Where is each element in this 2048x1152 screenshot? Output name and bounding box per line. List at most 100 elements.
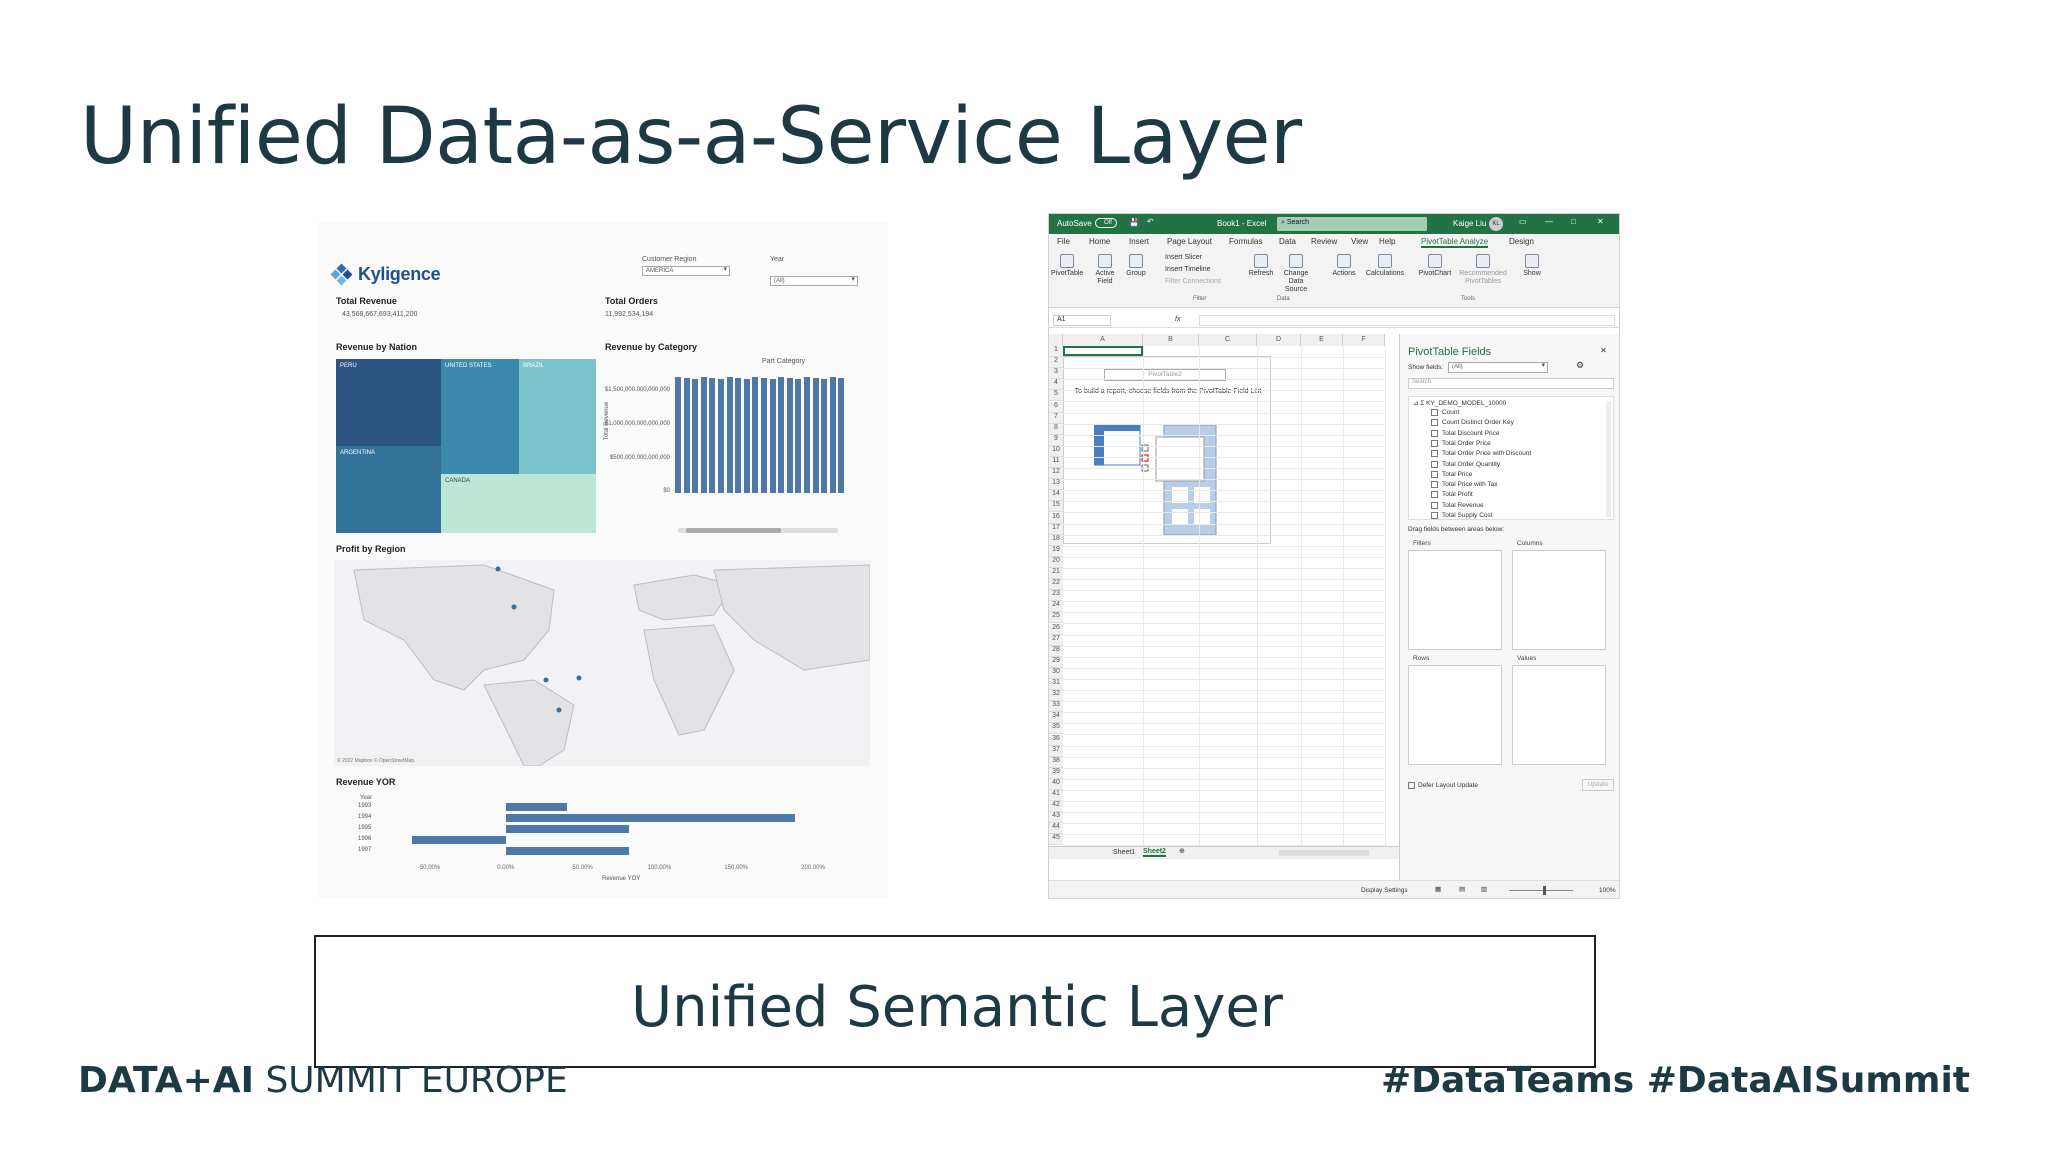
select-all-corner[interactable] xyxy=(1049,334,1063,346)
calculations-button[interactable]: Calculations xyxy=(1363,254,1407,278)
pivottable-button[interactable]: PivotTable xyxy=(1051,254,1083,278)
row-header[interactable]: 45 xyxy=(1049,834,1063,846)
row-header[interactable]: 16 xyxy=(1049,512,1063,524)
name-box[interactable]: A1 xyxy=(1053,315,1111,326)
active-field-button[interactable]: Active Field xyxy=(1091,254,1119,286)
row-header[interactable]: 32 xyxy=(1049,690,1063,702)
category-bar[interactable] xyxy=(821,379,828,493)
worksheet-grid[interactable]: A B C D E F PivotTable2 To build a repor… xyxy=(1049,334,1399,859)
row-header[interactable]: 3 xyxy=(1049,368,1063,380)
tab-data[interactable]: Data xyxy=(1279,237,1296,246)
treemap-tile-argentina[interactable]: ARGENTINA xyxy=(336,446,441,533)
tab-home[interactable]: Home xyxy=(1089,237,1110,246)
tab-page-layout[interactable]: Page Layout xyxy=(1167,237,1212,246)
row-header[interactable]: 23 xyxy=(1049,590,1063,602)
category-bar[interactable] xyxy=(683,378,690,493)
pivot-field-item[interactable]: Total Discount Price xyxy=(1431,429,1499,437)
zoom-slider[interactable] xyxy=(1509,886,1573,895)
refresh-button[interactable]: Refresh xyxy=(1247,254,1275,278)
pivot-field-item[interactable]: Total Order Quantity xyxy=(1431,460,1500,468)
formula-input[interactable] xyxy=(1199,315,1615,326)
row-header[interactable]: 10 xyxy=(1049,445,1063,457)
show-button[interactable]: Show xyxy=(1519,254,1545,278)
category-bar[interactable] xyxy=(786,378,793,493)
row-header[interactable]: 1 xyxy=(1049,346,1063,357)
filters-area[interactable]: Filters xyxy=(1408,540,1502,650)
row-header[interactable]: 26 xyxy=(1049,623,1063,635)
pivotchart-button[interactable]: PivotChart xyxy=(1417,254,1453,278)
row-header[interactable]: 15 xyxy=(1049,501,1063,513)
pivot-field-item[interactable]: Count Distinct Order Key xyxy=(1431,419,1514,427)
row-header[interactable]: 42 xyxy=(1049,801,1063,813)
save-icon[interactable]: 💾 xyxy=(1129,218,1139,227)
pivot-placeholder[interactable]: PivotTable2 To build a report, choose fi… xyxy=(1063,356,1271,544)
page-break-view-icon[interactable]: ▥ xyxy=(1481,885,1487,893)
selected-cell[interactable] xyxy=(1063,346,1143,356)
pane-close-icon[interactable]: ✕ xyxy=(1600,346,1607,355)
row-header[interactable]: 41 xyxy=(1049,790,1063,801)
recommended-pivottables-button[interactable]: Recommended PivotTables xyxy=(1453,254,1513,286)
category-bar[interactable] xyxy=(726,377,733,493)
add-sheet-icon[interactable]: ⊕ xyxy=(1179,847,1185,855)
minimize-icon[interactable]: — xyxy=(1545,217,1553,226)
ribbon-display-icon[interactable]: ▭ xyxy=(1519,217,1527,226)
row-header[interactable]: 11 xyxy=(1049,457,1063,468)
row-header[interactable]: 9 xyxy=(1049,434,1063,446)
col-header-a[interactable]: A xyxy=(1063,334,1143,346)
row-header[interactable]: 28 xyxy=(1049,645,1063,657)
pivot-field-item[interactable]: Total Profit xyxy=(1431,491,1473,499)
tab-review[interactable]: Review xyxy=(1311,237,1337,246)
change-data-source-button[interactable]: Change Data Source xyxy=(1277,254,1315,294)
row-header[interactable]: 27 xyxy=(1049,634,1063,646)
row-header[interactable]: 18 xyxy=(1049,534,1063,546)
row-header[interactable]: 34 xyxy=(1049,712,1063,724)
row-header[interactable]: 43 xyxy=(1049,812,1063,824)
tab-formulas[interactable]: Formulas xyxy=(1229,237,1262,246)
row-header[interactable]: 17 xyxy=(1049,523,1063,535)
row-header[interactable]: 8 xyxy=(1049,423,1063,435)
checkbox-icon[interactable] xyxy=(1431,450,1438,458)
category-bar[interactable] xyxy=(829,377,836,493)
row-header[interactable]: 6 xyxy=(1049,401,1063,413)
col-header-e[interactable]: E xyxy=(1301,334,1343,346)
row-header[interactable]: 2 xyxy=(1049,357,1063,369)
pivot-field-item[interactable]: Total Order Price with Discount xyxy=(1431,450,1531,457)
field-search-input[interactable]: Search xyxy=(1408,378,1614,389)
actions-button[interactable]: Actions xyxy=(1329,254,1359,278)
sheet-tab-sheet1[interactable]: Sheet1 xyxy=(1113,849,1135,856)
checkbox-icon[interactable] xyxy=(1431,439,1438,447)
row-header[interactable]: 38 xyxy=(1049,756,1063,768)
col-header-d[interactable]: D xyxy=(1257,334,1301,346)
treemap-tile-canada[interactable]: CANADA xyxy=(441,474,596,533)
yoy-bar[interactable] xyxy=(412,836,506,844)
category-bar[interactable] xyxy=(735,378,742,493)
row-header[interactable]: 29 xyxy=(1049,656,1063,668)
row-header[interactable]: 37 xyxy=(1049,745,1063,757)
profit-map[interactable]: © 2022 Mapbox © OpenStreetMap xyxy=(334,560,870,766)
category-bar[interactable] xyxy=(795,379,802,493)
update-button[interactable]: Update xyxy=(1582,779,1614,791)
pivot-field-item[interactable]: Total Revenue xyxy=(1431,501,1484,509)
yoy-bar[interactable] xyxy=(505,825,629,833)
col-header-c[interactable]: C xyxy=(1199,334,1257,346)
category-bar[interactable] xyxy=(718,379,724,493)
row-header[interactable]: 40 xyxy=(1049,778,1063,790)
sheet-tab-sheet2[interactable]: Sheet2 xyxy=(1143,848,1166,857)
close-icon[interactable]: ✕ xyxy=(1597,217,1604,226)
category-bar[interactable] xyxy=(700,377,707,493)
insert-timeline-button[interactable]: Insert Timeline xyxy=(1165,266,1211,273)
gear-icon[interactable]: ⚙ xyxy=(1576,360,1584,371)
values-area[interactable]: Values xyxy=(1512,655,1606,765)
category-bar[interactable] xyxy=(812,378,819,493)
columns-area[interactable]: Columns xyxy=(1512,540,1606,650)
tab-insert[interactable]: Insert xyxy=(1129,237,1149,246)
row-header[interactable]: 4 xyxy=(1049,379,1063,391)
maximize-icon[interactable]: □ xyxy=(1571,217,1576,226)
search-box[interactable]: ⌕ Search xyxy=(1277,217,1427,231)
category-bar[interactable] xyxy=(838,378,845,493)
row-header[interactable]: 12 xyxy=(1049,468,1063,480)
pivot-field-item[interactable]: Total Order Price xyxy=(1431,439,1491,447)
row-header[interactable]: 25 xyxy=(1049,612,1063,624)
row-header[interactable]: 44 xyxy=(1049,823,1063,835)
row-header[interactable]: 19 xyxy=(1049,545,1063,557)
